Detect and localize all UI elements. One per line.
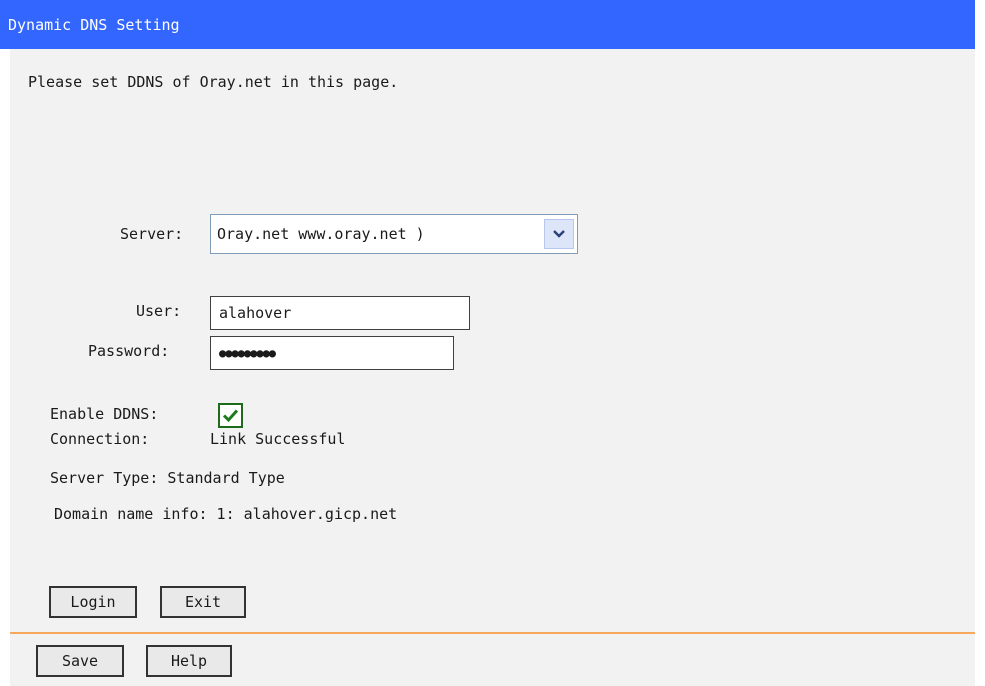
- chevron-down-icon[interactable]: [544, 219, 574, 249]
- login-button[interactable]: Login: [49, 586, 137, 618]
- domain-name-info: Domain name info: 1: alahover.gicp.net: [54, 505, 398, 523]
- checkmark-icon: [222, 409, 239, 423]
- server-select[interactable]: Oray.net www.oray.net ): [210, 214, 578, 254]
- save-button[interactable]: Save: [36, 645, 124, 677]
- enable-ddns-checkbox[interactable]: [218, 403, 243, 428]
- server-label: Server:: [120, 225, 184, 243]
- server-type-text: Server Type: Standard Type: [50, 469, 285, 487]
- help-button[interactable]: Help: [146, 645, 232, 677]
- server-select-value: Oray.net www.oray.net ): [217, 225, 425, 243]
- user-label: User:: [136, 302, 182, 320]
- password-label: Password:: [88, 342, 170, 360]
- exit-button[interactable]: Exit: [160, 586, 246, 618]
- user-input[interactable]: alahover: [210, 296, 470, 330]
- password-mask: ●●●●●●●●●: [219, 346, 276, 360]
- intro-text: Please set DDNS of Oray.net in this page…: [28, 73, 399, 91]
- user-input-value: alahover: [219, 304, 292, 322]
- ddns-settings-page: Dynamic DNS Setting Please set DDNS of O…: [0, 0, 985, 686]
- page-title-bar: Dynamic DNS Setting: [0, 0, 985, 49]
- connection-status: Link Successful: [210, 430, 346, 448]
- password-input[interactable]: ●●●●●●●●●: [210, 336, 454, 370]
- page-title: Dynamic DNS Setting: [8, 15, 180, 34]
- left-border: [0, 49, 10, 686]
- connection-label: Connection:: [50, 430, 150, 448]
- enable-ddns-label: Enable DDNS:: [50, 405, 159, 423]
- settings-panel: [10, 49, 975, 632]
